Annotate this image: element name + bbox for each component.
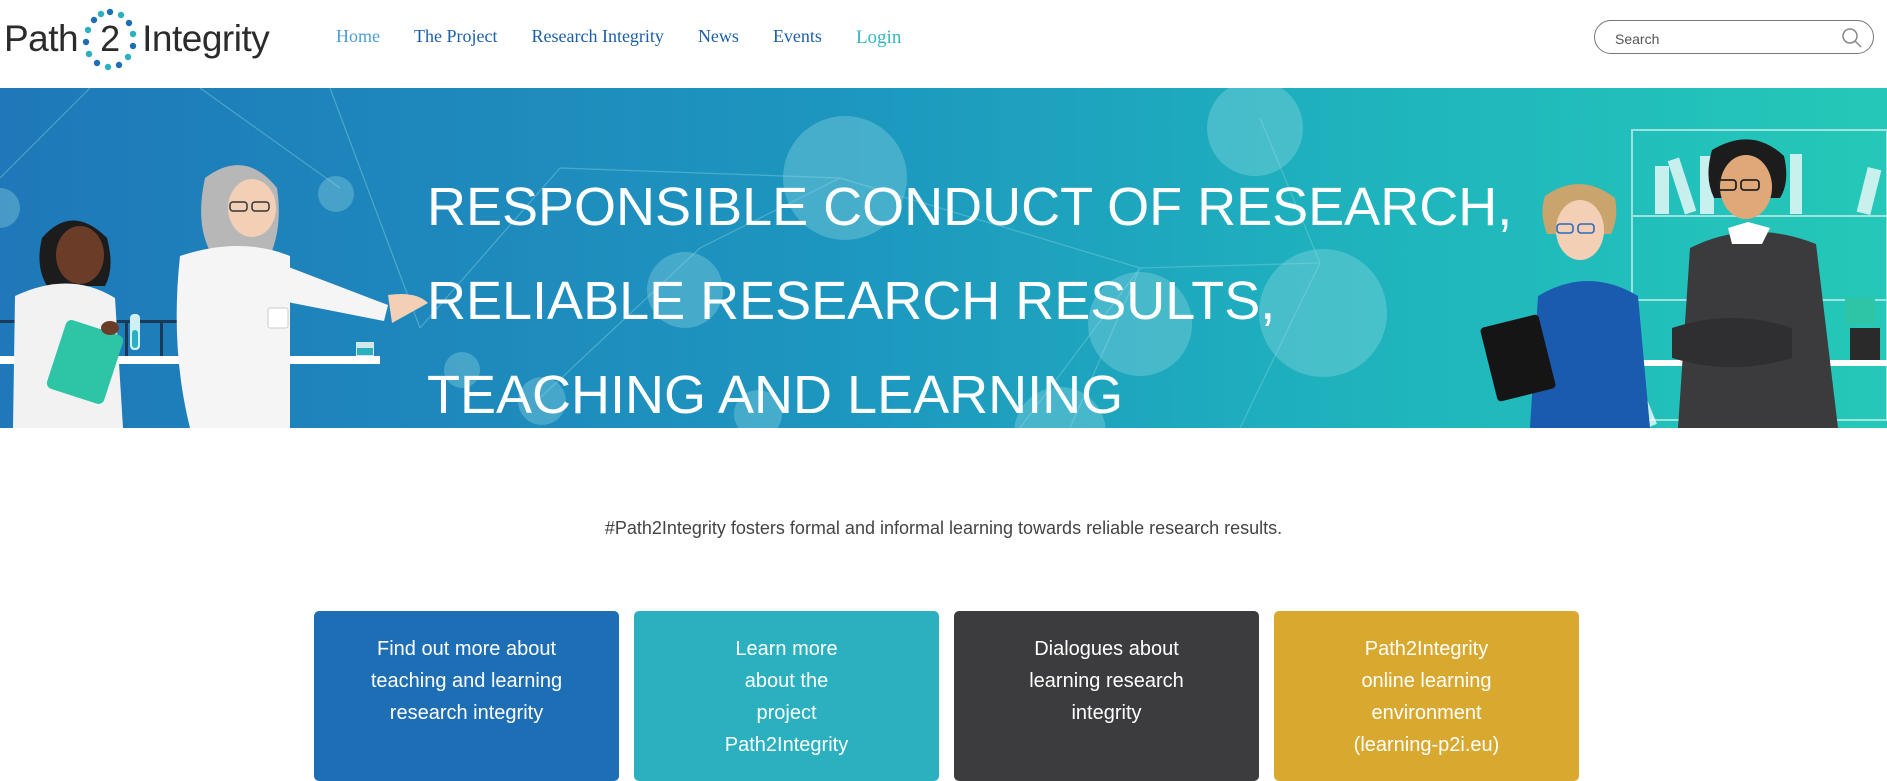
nav-login[interactable]: Login xyxy=(856,27,901,49)
person-arms-crossed-illustration xyxy=(1672,139,1838,428)
intro-text: #Path2Integrity fosters formal and infor… xyxy=(604,518,1283,538)
logo-dots-icon: 2 xyxy=(78,4,142,74)
card-label: Path2Integrity online learning environme… xyxy=(1353,638,1500,756)
main-nav: Home The Project Research Integrity News… xyxy=(336,26,935,48)
card-online-learning[interactable]: Path2Integrity online learning environme… xyxy=(1274,611,1579,781)
card-teaching-learning[interactable]: Find out more about teaching and learnin… xyxy=(314,611,619,781)
site-logo[interactable]: Path 2 Integrity xyxy=(4,4,270,74)
card-label: Learn more about the project Path2Integr… xyxy=(724,638,849,756)
nav-home[interactable]: Home xyxy=(336,26,380,48)
hero-banner: RESPONSIBLE CONDUCT OF RESEARCH, RELIABL… xyxy=(0,88,1887,428)
nav-events[interactable]: Events xyxy=(773,26,822,48)
cta-cards: Find out more about teaching and learnin… xyxy=(314,611,1580,781)
nav-news[interactable]: News xyxy=(698,26,739,48)
scientist-left-illustration xyxy=(13,220,124,428)
logo-number: 2 xyxy=(100,18,121,59)
nav-the-project[interactable]: The Project xyxy=(414,26,497,48)
logo-word-path: Path xyxy=(4,18,79,59)
site-header: Path 2 Integrity Home The Project Resear… xyxy=(0,0,1887,88)
card-label: Find out more about teaching and learnin… xyxy=(370,638,563,724)
search-input[interactable] xyxy=(1613,27,1827,51)
nav-research-integrity[interactable]: Research Integrity xyxy=(531,26,663,48)
search-box xyxy=(1594,20,1874,54)
logo-word-integrity: Integrity xyxy=(142,18,270,59)
search-icon[interactable] xyxy=(1841,27,1863,49)
hero-title: RESPONSIBLE CONDUCT OF RESEARCH, RELIABL… xyxy=(427,177,1513,426)
scientist-grey-hair-illustration xyxy=(176,165,428,428)
card-about-project[interactable]: Learn more about the project Path2Integr… xyxy=(634,611,939,781)
card-label: Dialogues about learning research integr… xyxy=(1029,638,1184,724)
card-dialogues[interactable]: Dialogues about learning research integr… xyxy=(954,611,1259,781)
